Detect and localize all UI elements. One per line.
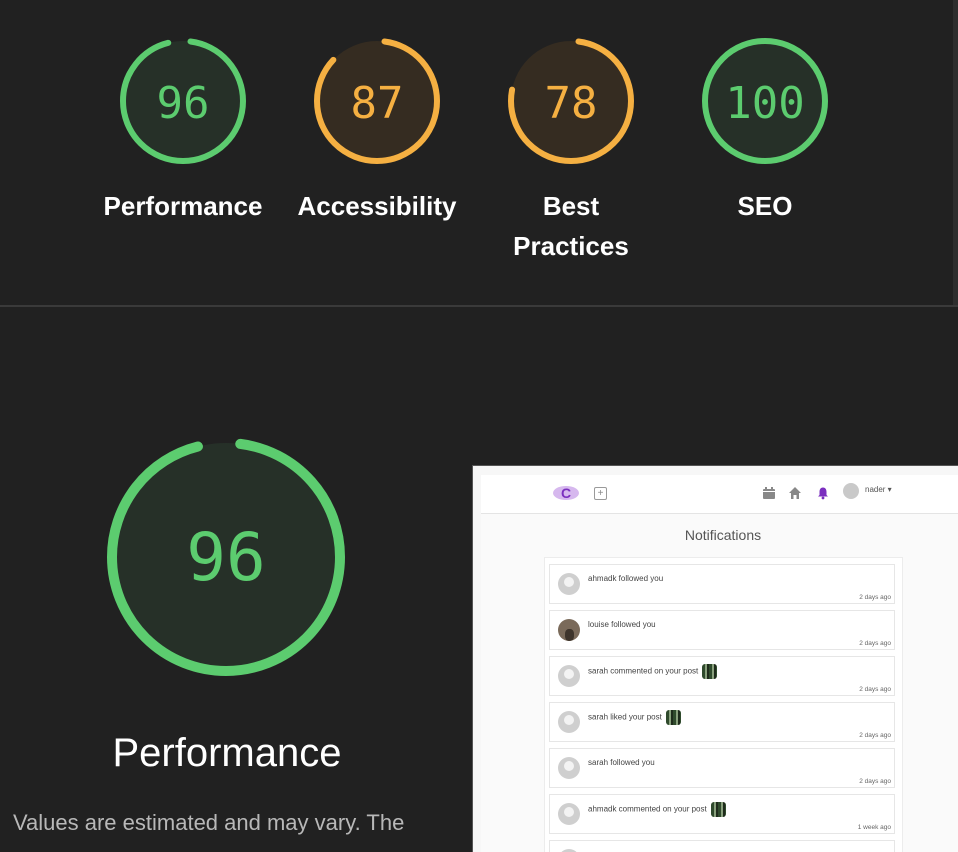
gauge-ring: 87 xyxy=(314,38,440,164)
post-thumbnail xyxy=(665,710,681,725)
svg-text:100: 100 xyxy=(725,78,804,129)
notification-time: 2 days ago xyxy=(859,640,891,647)
notification-time: 2 days ago xyxy=(859,686,891,693)
notification-item: ahmadk commented on your post 1 week ago xyxy=(549,794,895,834)
notification-text: louise followed you xyxy=(588,620,656,629)
gauge-performance[interactable]: 96 Performance xyxy=(104,36,262,221)
post-thumbnail xyxy=(702,664,718,679)
notification-item: louise followed you 2 days ago xyxy=(549,610,895,650)
gauge-label: SEO xyxy=(737,191,793,221)
notification-item: sarah liked your post 2 days ago xyxy=(549,702,895,742)
post-thumbnail xyxy=(710,802,726,817)
notification-item: sarah followed you 2 days ago xyxy=(549,748,895,788)
notification-time: 2 days ago xyxy=(859,732,891,739)
notification-item: sarah commented on your post 2 days ago xyxy=(549,656,895,696)
notification-item xyxy=(549,840,895,852)
svg-text:87: 87 xyxy=(351,78,404,129)
gauge-ring: 100 xyxy=(702,38,828,164)
gauge-ring: 78 xyxy=(508,38,634,164)
svg-text:78: 78 xyxy=(545,78,598,129)
gauge-ring-large: 96 xyxy=(107,438,345,676)
avatar xyxy=(558,711,580,733)
avatar xyxy=(558,757,580,779)
plus-square-icon: + xyxy=(594,487,607,500)
notification-text: ahmadk commented on your post xyxy=(588,802,726,817)
gauge-label: Best Practices xyxy=(513,191,629,261)
gauge-seo[interactable]: 100 SEO xyxy=(700,36,830,221)
notification-time: 2 days ago xyxy=(859,594,891,601)
scrollbar[interactable] xyxy=(953,0,958,305)
section-divider xyxy=(0,305,958,307)
score-summary: 96 Performance 87 Accessibility 78 Best … xyxy=(0,0,958,305)
description-text: Values are estimated and may vary. The xyxy=(13,810,405,835)
avatar xyxy=(558,803,580,825)
gauge-label: Accessibility xyxy=(297,191,457,221)
gauge-accessibility[interactable]: 87 Accessibility xyxy=(298,36,456,221)
gauge-label: Performance xyxy=(103,191,263,221)
bell-icon xyxy=(818,487,828,500)
avatar xyxy=(558,573,580,595)
home-icon xyxy=(789,487,801,499)
avatar xyxy=(558,665,580,687)
notification-time: 1 week ago xyxy=(857,824,891,831)
notification-text: sarah commented on your post xyxy=(588,664,718,679)
preview-navbar: C + nader ▾ xyxy=(481,475,958,514)
svg-text:96: 96 xyxy=(157,78,210,129)
notification-text: sarah liked your post xyxy=(588,710,681,725)
gauge-ring: 96 xyxy=(120,38,246,164)
notification-text: sarah followed you xyxy=(588,758,655,767)
user-menu: nader ▾ xyxy=(865,485,892,494)
final-screenshot[interactable]: C + nader ▾ Notifications ahmadk followe… xyxy=(472,465,958,852)
avatar xyxy=(558,619,580,641)
notification-time: 2 days ago xyxy=(859,778,891,785)
category-title: Performance xyxy=(112,731,342,775)
gauge-best-practices[interactable]: 78 Best Practices xyxy=(506,36,636,261)
preview-page-title: Notifications xyxy=(684,527,762,543)
logo-icon: C xyxy=(553,485,579,501)
calendar-icon xyxy=(763,487,775,499)
screenshot-page: C + nader ▾ Notifications ahmadk followe… xyxy=(481,475,958,852)
notification-list: ahmadk followed you 2 days ago louise fo… xyxy=(544,557,903,852)
svg-text:C: C xyxy=(561,485,571,501)
svg-text:96: 96 xyxy=(186,519,265,596)
notification-item: ahmadk followed you 2 days ago xyxy=(549,564,895,604)
notification-text: ahmadk followed you xyxy=(588,574,664,583)
gauge-performance-large: 96 xyxy=(105,436,347,678)
user-avatar xyxy=(843,483,859,499)
